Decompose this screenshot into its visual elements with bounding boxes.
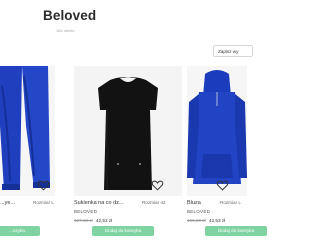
old-price: 106,39 zł: [187, 218, 206, 223]
heart-icon[interactable]: [216, 179, 229, 192]
save-search-button[interactable]: Zapisz wy: [213, 45, 253, 57]
blue-hoodie-illustration: [187, 66, 247, 196]
add-to-cart-button[interactable]: Dodaj do koszyka: [92, 226, 154, 236]
product-image[interactable]: [187, 66, 247, 196]
new-price: 42,53 zł: [209, 218, 226, 223]
old-price: 127,60 zł: [74, 218, 93, 223]
product-title[interactable]: Bluza: [187, 200, 201, 206]
blue-tracksuit-illustration: [0, 66, 55, 196]
item-count: 184 obiekt: [56, 28, 75, 33]
product-title[interactable]: ...ye...: [0, 200, 15, 206]
product-image[interactable]: [0, 66, 55, 196]
heart-icon[interactable]: [37, 179, 50, 192]
product-title[interactable]: Sukienka na co dz...: [74, 200, 124, 206]
add-to-cart-button[interactable]: ...szyka: [0, 226, 40, 236]
product-size: Rozmiar 42: [142, 200, 166, 205]
product-brand: BELOVED: [74, 209, 98, 214]
heart-icon[interactable]: [151, 179, 164, 192]
product-brand: BELOVED: [187, 209, 211, 214]
product-image[interactable]: [74, 66, 182, 196]
product-size: Rozmiar L: [33, 200, 54, 205]
product-size: Rozmiar L: [220, 200, 241, 205]
page-title: Beloved: [43, 8, 97, 23]
add-to-cart-button[interactable]: Dodaj do koszyka: [205, 226, 267, 236]
new-price: 42,53 zł: [96, 218, 113, 223]
black-dress-illustration: [74, 66, 182, 196]
